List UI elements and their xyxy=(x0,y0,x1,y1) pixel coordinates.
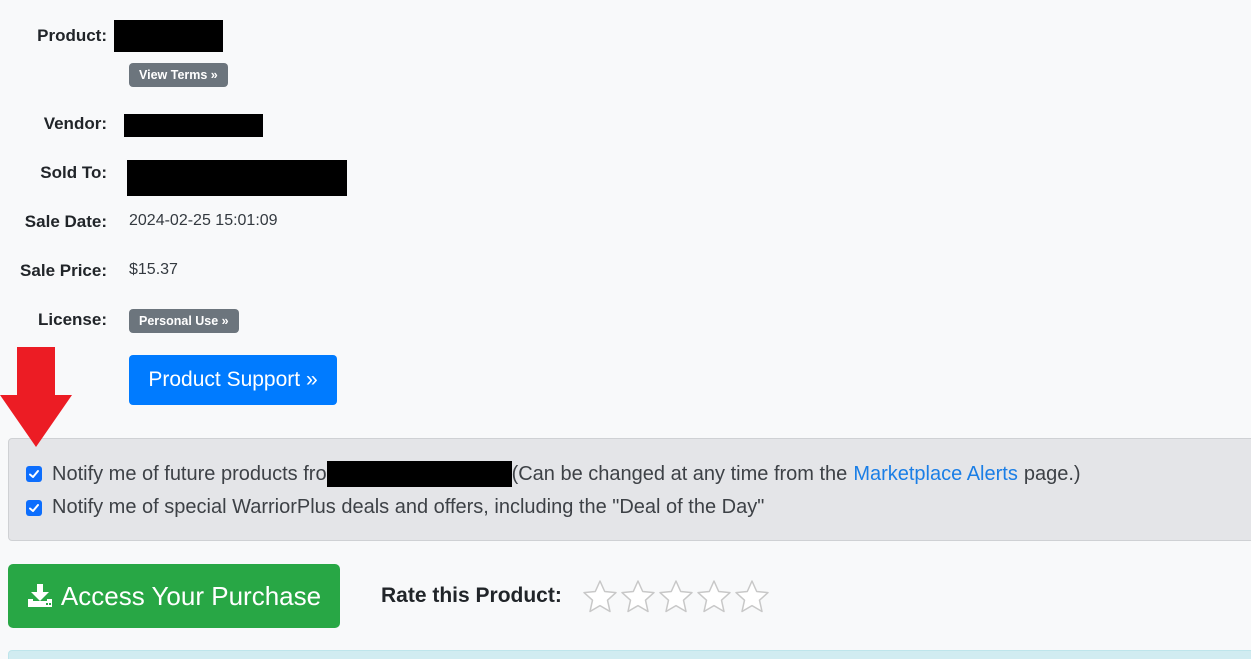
star-rating xyxy=(582,579,772,615)
product-label: Product: xyxy=(37,26,107,45)
sale-date-label: Sale Date: xyxy=(24,212,107,231)
notify-future-products-suffix: (Can be changed at any time from the xyxy=(511,462,848,485)
sale-price-value: $15.37 xyxy=(129,261,178,278)
vendor-label: Vendor: xyxy=(43,114,107,133)
sold-to-redacted xyxy=(127,160,347,196)
product-name-redacted xyxy=(114,20,223,52)
notification-preferences: Notify me of future products fro (Can be… xyxy=(8,438,1251,541)
notify-future-products-text: Notify me of future products fro xyxy=(52,462,327,485)
download-icon xyxy=(27,584,53,608)
check-icon xyxy=(29,503,39,512)
rate-product-label: Rate this Product: xyxy=(381,584,562,607)
check-icon xyxy=(29,470,39,478)
product-support-button[interactable]: Product Support » xyxy=(129,355,337,405)
star-1-icon[interactable] xyxy=(582,579,618,615)
notify-future-products-checkbox[interactable] xyxy=(26,466,42,482)
star-3-icon[interactable] xyxy=(658,579,694,615)
license-badge[interactable]: Personal Use » xyxy=(129,309,239,333)
license-label: License: xyxy=(38,310,107,329)
notify-future-products-row: Notify me of future products fro (Can be… xyxy=(26,461,1081,487)
view-terms-badge[interactable]: View Terms » xyxy=(129,63,228,87)
star-4-icon[interactable] xyxy=(696,579,732,615)
star-5-icon[interactable] xyxy=(734,579,770,615)
sold-to-label: Sold To: xyxy=(40,163,107,182)
marketplace-alerts-link[interactable]: Marketplace Alerts xyxy=(853,463,1018,486)
notify-deals-text: Notify me of special WarriorPlus deals a… xyxy=(52,496,765,518)
access-purchase-button[interactable]: Access Your Purchase xyxy=(8,564,340,628)
sale-date-value: 2024-02-25 15:01:09 xyxy=(129,212,278,229)
vendor-name-redacted xyxy=(326,461,512,487)
vendor-name-redacted xyxy=(124,114,263,137)
notify-deals-row: Notify me of special WarriorPlus deals a… xyxy=(26,496,764,519)
access-purchase-label: Access Your Purchase xyxy=(60,580,322,611)
sale-price-label: Sale Price: xyxy=(20,261,107,280)
notify-deals-checkbox[interactable] xyxy=(26,499,42,516)
info-alert-box xyxy=(8,650,1251,659)
notify-future-products-end: page.) xyxy=(1023,462,1081,485)
star-2-icon[interactable] xyxy=(620,579,656,615)
purchase-details-page: Product: View Terms » Vendor: Sold To: S… xyxy=(0,0,1251,659)
red-down-arrow-icon xyxy=(0,347,72,447)
